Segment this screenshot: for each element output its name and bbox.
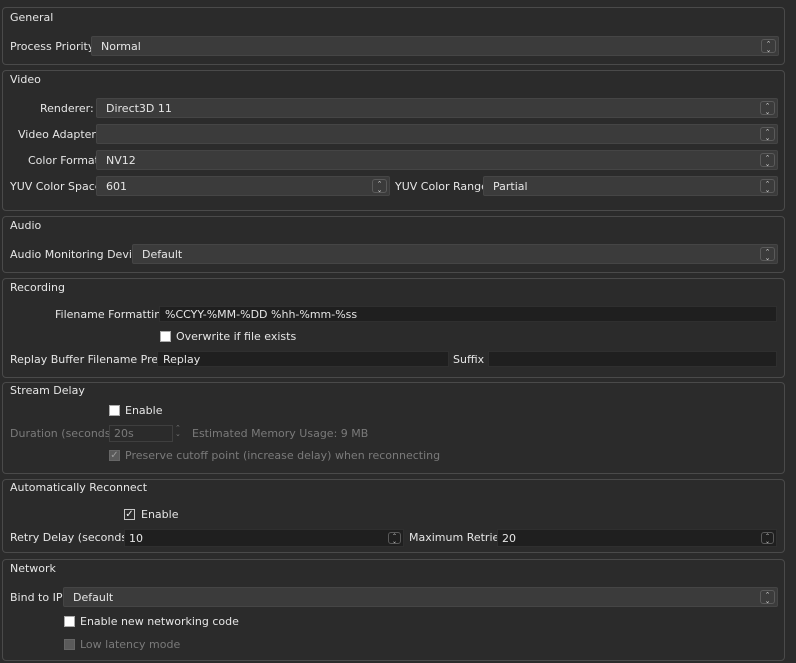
preserve-cutoff-label: Preserve cutoff point (increase delay) w… bbox=[125, 449, 441, 462]
recording-group: Recording Filename Formatting %CCYY-%MM-… bbox=[2, 278, 785, 378]
duration-spinbox[interactable]: 20s bbox=[109, 425, 173, 442]
retry-delay-spinbox[interactable]: 10 ⌃ ⌄ bbox=[124, 529, 404, 547]
network-title: Network bbox=[10, 562, 56, 575]
overwrite-label: Overwrite if file exists bbox=[176, 330, 297, 343]
updown-chevron-icon: ⌃ ⌄ bbox=[760, 101, 775, 116]
renderer-combo[interactable]: Direct3D 11 ⌃ ⌄ bbox=[96, 98, 778, 118]
yuv-color-space-value: 601 bbox=[106, 180, 127, 193]
bind-to-ip-combo[interactable]: Default ⌃ ⌄ bbox=[63, 587, 778, 607]
updown-chevron-icon: ⌃ ⌄ bbox=[761, 39, 776, 54]
updown-chevron-icon: ⌃ ⌄ bbox=[760, 127, 775, 142]
duration-label: Duration (seconds) bbox=[10, 427, 115, 440]
filename-formatting-label: Filename Formatting bbox=[55, 308, 169, 321]
video-adapter-combo[interactable]: ⌃ ⌄ bbox=[96, 124, 778, 144]
replay-prefix-label: Replay Buffer Filename Prefix bbox=[10, 353, 172, 366]
reconnect-enable-checkbox[interactable]: ✓ bbox=[124, 509, 135, 520]
renderer-value: Direct3D 11 bbox=[106, 102, 172, 115]
video-title: Video bbox=[10, 73, 41, 86]
new-networking-code-checkbox[interactable] bbox=[64, 616, 75, 627]
updown-chevron-icon: ⌃ ⌄ bbox=[760, 153, 775, 168]
new-networking-code-label: Enable new networking code bbox=[80, 615, 239, 628]
audio-group: Audio Audio Monitoring Device Default ⌃ ⌄ bbox=[2, 216, 785, 273]
updown-chevron-icon: ⌃ ⌄ bbox=[760, 590, 775, 605]
spin-arrows-icon[interactable]: ⌃ ⌄ bbox=[175, 425, 181, 438]
audio-monitoring-label: Audio Monitoring Device bbox=[10, 248, 145, 261]
stream-delay-group: Stream Delay Enable Duration (seconds) 2… bbox=[2, 382, 785, 474]
yuv-color-range-value: Partial bbox=[493, 180, 528, 193]
stream-delay-enable-checkbox[interactable] bbox=[109, 405, 120, 416]
general-group: General Process Priority Normal ⌃ ⌄ bbox=[2, 7, 785, 65]
preserve-cutoff-checkbox[interactable]: ✓ bbox=[109, 450, 120, 461]
video-group: Video Renderer: Direct3D 11 ⌃ ⌄ Video Ada… bbox=[2, 70, 785, 211]
spin-arrows-icon[interactable]: ⌃ ⌄ bbox=[388, 532, 401, 545]
renderer-label: Renderer: bbox=[40, 102, 94, 115]
recording-title: Recording bbox=[10, 281, 66, 294]
yuv-color-range-combo[interactable]: Partial ⌃ ⌄ bbox=[483, 176, 778, 196]
yuv-color-space-label: YUV Color Space bbox=[10, 180, 102, 193]
suffix-label: Suffix bbox=[453, 353, 485, 366]
network-group: Network Bind to IP Default ⌃ ⌄ Enable new… bbox=[2, 559, 785, 661]
reconnect-title: Automatically Reconnect bbox=[10, 481, 148, 494]
duration-value: 20s bbox=[114, 427, 134, 440]
suffix-input[interactable] bbox=[488, 351, 777, 367]
bind-to-ip-label: Bind to IP bbox=[10, 591, 63, 604]
color-format-combo[interactable]: NV12 ⌃ ⌄ bbox=[96, 150, 778, 170]
max-retries-spinbox[interactable]: 20 ⌃ ⌄ bbox=[497, 529, 777, 547]
stream-delay-enable-label: Enable bbox=[125, 404, 163, 417]
filename-formatting-input[interactable]: %CCYY-%MM-%DD %hh-%mm-%ss bbox=[159, 306, 777, 322]
process-priority-label: Process Priority bbox=[10, 40, 95, 53]
spin-arrows-icon[interactable]: ⌃ ⌄ bbox=[761, 532, 774, 545]
audio-title: Audio bbox=[10, 219, 42, 232]
process-priority-combo[interactable]: Normal ⌃ ⌄ bbox=[91, 36, 779, 56]
audio-monitoring-value: Default bbox=[142, 248, 183, 261]
stream-delay-title: Stream Delay bbox=[10, 384, 85, 397]
yuv-color-space-combo[interactable]: 601 ⌃ ⌄ bbox=[96, 176, 390, 196]
max-retries-value: 20 bbox=[502, 532, 516, 545]
updown-chevron-icon: ⌃ ⌄ bbox=[760, 179, 775, 194]
retry-delay-label: Retry Delay (seconds) bbox=[10, 531, 132, 544]
yuv-color-range-label: YUV Color Range bbox=[395, 180, 488, 193]
max-retries-label: Maximum Retries bbox=[409, 531, 506, 544]
reconnect-enable-label: Enable bbox=[141, 508, 179, 521]
memory-usage-label: Estimated Memory Usage: 9 MB bbox=[192, 427, 369, 440]
updown-chevron-icon: ⌃ ⌄ bbox=[372, 179, 387, 194]
replay-prefix-input[interactable]: Replay bbox=[157, 351, 449, 367]
updown-chevron-icon: ⌃ ⌄ bbox=[760, 247, 775, 262]
low-latency-checkbox[interactable] bbox=[64, 639, 75, 650]
color-format-value: NV12 bbox=[106, 154, 136, 167]
low-latency-label: Low latency mode bbox=[80, 638, 181, 651]
color-format-label: Color Format bbox=[28, 154, 99, 167]
video-adapter-label: Video Adapter: bbox=[18, 128, 100, 141]
audio-monitoring-combo[interactable]: Default ⌃ ⌄ bbox=[132, 244, 778, 264]
bind-to-ip-value: Default bbox=[73, 591, 114, 604]
overwrite-checkbox[interactable] bbox=[160, 331, 171, 342]
general-title: General bbox=[10, 11, 54, 24]
filename-formatting-value: %CCYY-%MM-%DD %hh-%mm-%ss bbox=[165, 308, 358, 321]
replay-prefix-value: Replay bbox=[163, 353, 201, 366]
retry-delay-value: 10 bbox=[129, 532, 143, 545]
process-priority-value: Normal bbox=[101, 40, 141, 53]
reconnect-group: Automatically Reconnect ✓ Enable Retry D… bbox=[2, 479, 785, 553]
